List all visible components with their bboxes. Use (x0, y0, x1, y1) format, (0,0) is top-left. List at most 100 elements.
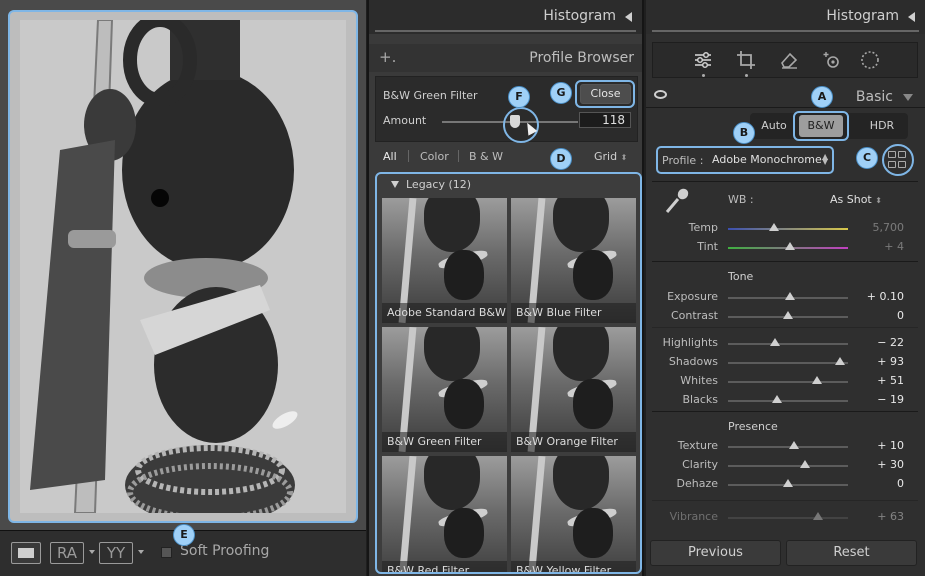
chevron-down-icon[interactable] (138, 550, 144, 554)
collapse-triangle-icon[interactable] (903, 94, 913, 101)
chevron-down-icon[interactable] (89, 550, 95, 554)
slider-knob[interactable] (783, 311, 793, 319)
profile-value[interactable]: Adobe Monochrome (712, 153, 822, 166)
slider-knob[interactable] (789, 441, 799, 449)
profile-browser-grid-icon[interactable] (888, 150, 908, 170)
slider-value[interactable]: + 93 (858, 355, 904, 368)
soft-proofing-checkbox[interactable] (161, 547, 172, 558)
slider-track[interactable] (728, 465, 848, 467)
profile-thumbnail[interactable]: B&W Green Filter (382, 327, 507, 452)
histogram-header[interactable]: Histogram (369, 0, 642, 34)
white-balance-eyedropper-icon[interactable] (662, 186, 692, 216)
filter-tab-bw[interactable]: B & W (469, 150, 503, 163)
filter-tab-all[interactable]: All (383, 150, 397, 163)
before-after-left-right-button[interactable]: RA (50, 542, 84, 564)
slider-track[interactable] (728, 517, 848, 519)
collapse-triangle-icon[interactable] (908, 12, 915, 22)
tone-section-title: Tone (728, 270, 754, 283)
loupe-view-button[interactable] (11, 542, 41, 564)
profile-thumbnail[interactable]: Adobe Standard B&W (382, 198, 507, 323)
slider-track[interactable] (728, 446, 848, 448)
annotation-badge-b: B (733, 122, 755, 144)
slider-track[interactable] (728, 228, 848, 230)
red-eye-icon[interactable] (821, 49, 843, 71)
slider-knob[interactable] (785, 292, 796, 300)
thumb-art (527, 456, 546, 572)
thumbnail-caption: B&W Green Filter (382, 432, 507, 452)
histogram-header[interactable]: Histogram (646, 0, 925, 34)
collapse-triangle-icon[interactable] (625, 12, 632, 22)
slider-knob[interactable] (799, 460, 810, 468)
profile-browser-panel: Histogram +. Profile Browser B&W Green F… (367, 0, 644, 576)
thumb-art (444, 508, 484, 558)
profile-thumbnail[interactable]: B&W Blue Filter (511, 198, 636, 323)
divider (375, 30, 636, 32)
divider (652, 500, 918, 501)
slider-value[interactable]: + 63 (858, 510, 904, 523)
slider-value[interactable]: − 22 (858, 336, 904, 349)
divider (408, 150, 409, 162)
amount-label: Amount (383, 114, 427, 127)
view-mode-select[interactable]: Grid ⬍ (594, 150, 627, 163)
slider-knob[interactable] (783, 479, 793, 487)
slider-value[interactable]: + 30 (858, 458, 904, 471)
slider-value[interactable]: + 0.10 (858, 290, 904, 303)
profile-group-legacy: Legacy (12) Adobe Standard B&W B&W Blue … (375, 172, 642, 574)
profile-thumbnail[interactable]: B&W Orange Filter (511, 327, 636, 452)
slider-knob[interactable] (785, 242, 796, 250)
profile-thumbnail[interactable]: B&W Yellow Filter (511, 456, 636, 572)
slider-row-contrast: Contrast 0 (646, 309, 925, 327)
slider-knob[interactable] (772, 395, 783, 403)
wb-value[interactable]: As Shot ⬍ (830, 193, 882, 206)
annotation-ring (575, 80, 635, 108)
image-preview-panel: RA YY Soft Proofing (0, 0, 366, 576)
slider-value[interactable]: + 51 (858, 374, 904, 387)
treatment-auto-button[interactable]: Auto (752, 115, 796, 137)
eye-icon[interactable] (654, 90, 667, 99)
slider-row-shadows: Shadows + 93 (646, 355, 925, 373)
reset-button[interactable]: Reset (786, 540, 917, 566)
photo-image[interactable] (20, 20, 346, 513)
slider-track[interactable] (728, 362, 848, 364)
slider-track[interactable] (728, 400, 848, 402)
tool-dot (745, 74, 748, 77)
slider-track[interactable] (728, 343, 848, 345)
slider-knob[interactable] (769, 338, 780, 346)
develop-panel: Histogram Basic Auto B&W HDR Profile : A… (646, 0, 925, 576)
previous-button[interactable]: Previous (650, 540, 781, 566)
edit-sliders-icon[interactable] (692, 49, 714, 71)
slider-value[interactable]: 0 (858, 477, 904, 490)
masking-icon[interactable] (859, 49, 881, 71)
filter-tab-color[interactable]: Color (420, 150, 449, 163)
treatment-hdr-button[interactable]: HDR (860, 115, 904, 137)
amount-value-field[interactable]: 118 (579, 112, 631, 128)
slider-value[interactable]: + 10 (858, 439, 904, 452)
before-after-top-bottom-button[interactable]: YY (99, 542, 133, 564)
annotation-ring (793, 111, 849, 141)
slider-knob[interactable] (811, 376, 822, 384)
slider-knob[interactable] (834, 357, 845, 365)
grid-cell (898, 161, 906, 168)
slider-label: Texture (677, 439, 718, 452)
divider (652, 30, 919, 32)
slider-value[interactable]: − 19 (858, 393, 904, 406)
divider (652, 181, 918, 182)
eraser-icon[interactable] (778, 49, 800, 71)
slider-knob[interactable] (813, 512, 823, 520)
slider-knob[interactable] (768, 223, 779, 231)
add-profile-icon[interactable]: +. (379, 48, 396, 66)
profile-thumbnail[interactable]: B&W Red Filter (382, 456, 507, 572)
updown-icon: ⬍ (875, 196, 882, 205)
group-header-legacy[interactable]: Legacy (12) (391, 178, 471, 191)
slider-value[interactable]: + 4 (858, 240, 904, 253)
slider-value[interactable]: 5,700 (858, 221, 905, 234)
slider-label: Vibrance (669, 510, 718, 523)
thumbnail-caption: Adobe Standard B&W (382, 303, 507, 323)
crop-icon[interactable] (735, 49, 757, 71)
slider-value[interactable]: 0 (858, 309, 904, 322)
slider-track[interactable] (728, 381, 848, 383)
annotation-badge-g: G (550, 82, 572, 104)
annotation-badge-e: E (173, 524, 195, 546)
annotation-badge-a: A (811, 86, 833, 108)
slider-label: Tint (697, 240, 718, 253)
